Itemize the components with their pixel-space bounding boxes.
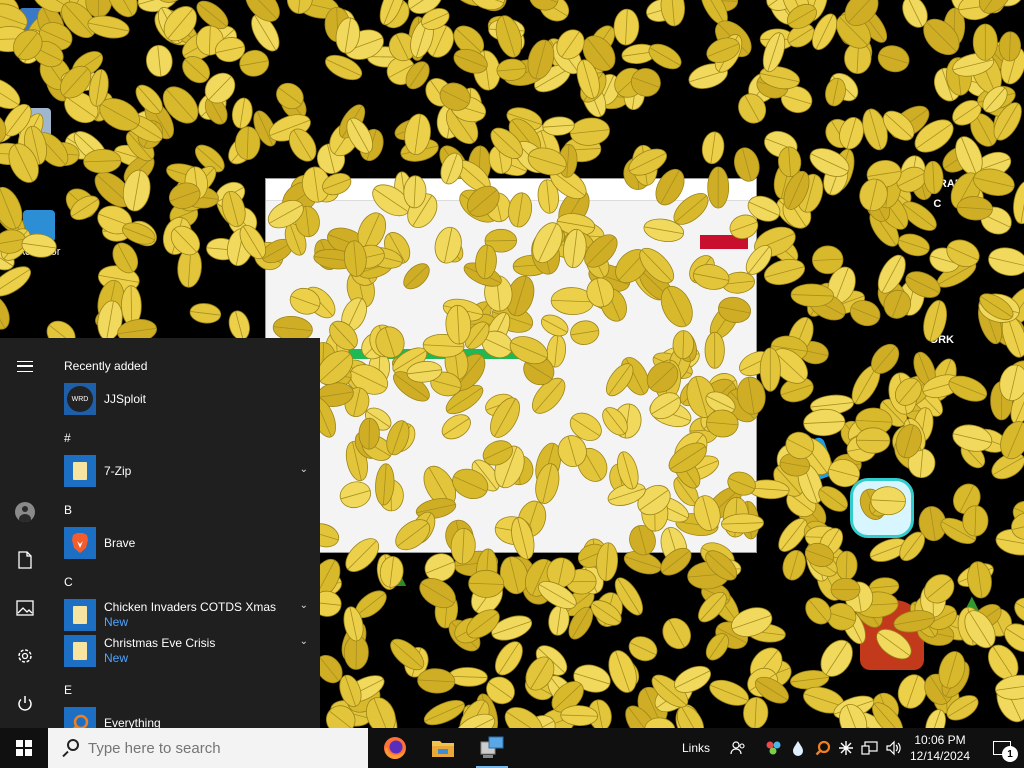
taskbar-app-firefox[interactable] bbox=[371, 728, 419, 768]
christmas-tree-icon: ▲ bbox=[958, 588, 986, 619]
widget-sub: C bbox=[933, 198, 942, 210]
new-badge: New bbox=[104, 615, 129, 629]
desktop-icon-this-pc[interactable]: This PC bbox=[0, 8, 70, 56]
system-clock[interactable]: 10:06 PM 12/14/2024 bbox=[906, 732, 974, 764]
windows-logo-icon bbox=[16, 740, 32, 756]
app-item-everything[interactable]: Everything bbox=[64, 706, 314, 728]
search-box[interactable] bbox=[48, 728, 368, 768]
taskbar-app-network-tool[interactable] bbox=[468, 728, 516, 768]
droplet-icon[interactable] bbox=[788, 728, 808, 768]
sparkle-icon[interactable] bbox=[836, 728, 856, 768]
notification-icon: 1 bbox=[993, 741, 1018, 762]
magnifier-icon bbox=[72, 714, 89, 728]
chevron-down-icon[interactable]: ⌄ bbox=[300, 636, 308, 647]
activator-icon bbox=[23, 210, 55, 242]
chevron-down-icon[interactable]: ⌄ bbox=[300, 464, 308, 475]
desktop-icon-label: This PC bbox=[15, 44, 55, 56]
taskbar: Links 10:06 PM 12/14/2024 1 bbox=[0, 728, 1024, 768]
app-text-block: Chicken Invaders COTDS Xmas New bbox=[104, 600, 276, 630]
app-label: Christmas Eve Crisis bbox=[104, 636, 216, 650]
widget-title: D-RAM bbox=[927, 178, 964, 190]
hamburger-icon bbox=[17, 360, 33, 372]
expand-menu-button[interactable] bbox=[0, 346, 50, 386]
desktop-icon-label: Activator bbox=[17, 246, 61, 258]
app-item-chicken-invaders[interactable]: Chicken Invaders COTDS Xmas New ⌄ bbox=[64, 598, 314, 632]
app-label: Brave bbox=[104, 535, 136, 550]
system-widget: D-RAM C bbox=[927, 178, 964, 210]
document-icon bbox=[18, 551, 32, 569]
desktop-icon-recycle-bin[interactable]: Recycle Bin bbox=[0, 108, 70, 156]
action-center-button[interactable]: 1 bbox=[980, 728, 1024, 768]
window-green-bar bbox=[326, 349, 536, 359]
app-list[interactable]: Recently added WRD JJSploit # 7-Zip ⌄ B … bbox=[50, 338, 320, 728]
app-label: 7-Zip bbox=[104, 463, 132, 478]
everything-icon bbox=[64, 707, 96, 728]
colorful-app-icon[interactable] bbox=[764, 728, 784, 768]
recently-added-heading: Recently added bbox=[64, 359, 148, 373]
blue-decoration bbox=[794, 436, 836, 484]
app-label: Everything bbox=[104, 715, 161, 729]
folder-icon bbox=[64, 455, 96, 487]
search-input[interactable] bbox=[88, 739, 348, 757]
start-menu[interactable]: Recently added WRD JJSploit # 7-Zip ⌄ B … bbox=[0, 338, 320, 728]
documents-button[interactable] bbox=[0, 540, 50, 580]
cyan-decoration bbox=[850, 478, 914, 538]
volume-icon[interactable] bbox=[884, 728, 904, 768]
notification-badge: 1 bbox=[1002, 746, 1018, 762]
user-account-button[interactable] bbox=[0, 492, 50, 532]
folder-icon bbox=[64, 635, 96, 667]
start-button[interactable] bbox=[0, 728, 48, 768]
widget-fragment: ORK bbox=[929, 334, 954, 346]
jjsploit-icon: WRD bbox=[64, 383, 96, 415]
app-item-christmas-eve-crisis[interactable]: Christmas Eve Crisis New ⌄ bbox=[64, 634, 314, 668]
app-label: Chicken Invaders COTDS Xmas bbox=[104, 600, 277, 614]
file-explorer-icon bbox=[432, 741, 454, 757]
group-header-e[interactable]: E bbox=[64, 683, 72, 697]
power-button[interactable] bbox=[0, 684, 50, 724]
clock-time: 10:06 PM bbox=[914, 733, 966, 747]
folder-icon bbox=[64, 599, 96, 631]
this-pc-icon bbox=[19, 8, 51, 40]
network-app-icon bbox=[480, 736, 504, 758]
search-app-icon[interactable] bbox=[813, 728, 833, 768]
group-header-c[interactable]: C bbox=[64, 575, 73, 589]
chevron-down-icon[interactable]: ⌄ bbox=[300, 600, 308, 611]
window-title-bar bbox=[266, 179, 756, 201]
pictures-button[interactable] bbox=[0, 588, 50, 628]
clock-date: 12/14/2024 bbox=[909, 749, 971, 763]
user-avatar-icon bbox=[15, 502, 35, 522]
taskbar-app-file-explorer[interactable] bbox=[419, 728, 467, 768]
picture-icon bbox=[16, 600, 34, 616]
people-icon[interactable] bbox=[728, 728, 748, 768]
christmas-tree-cursor-icon: ▲ bbox=[392, 570, 410, 590]
background-window[interactable] bbox=[265, 178, 757, 553]
recycle-bin-icon bbox=[19, 108, 51, 140]
brave-icon bbox=[64, 527, 96, 559]
group-header-b[interactable]: B bbox=[64, 503, 72, 517]
new-badge: New bbox=[104, 651, 129, 665]
power-icon bbox=[18, 696, 32, 711]
jjsploit-logo: WRD bbox=[67, 386, 93, 412]
start-rail bbox=[0, 338, 50, 728]
app-item-brave[interactable]: Brave bbox=[64, 526, 314, 560]
app-text-block: Christmas Eve Crisis New bbox=[104, 636, 215, 666]
group-header-hash[interactable]: # bbox=[64, 431, 71, 445]
firefox-icon bbox=[384, 737, 406, 759]
app-item-jjsploit[interactable]: WRD JJSploit bbox=[64, 382, 314, 416]
search-icon bbox=[60, 738, 80, 758]
settings-button[interactable] bbox=[0, 636, 50, 676]
app-item-7zip[interactable]: 7-Zip ⌄ bbox=[64, 454, 314, 488]
desktop-icon-label: Recycle Bin bbox=[5, 144, 65, 156]
app-label: JJSploit bbox=[104, 391, 147, 406]
gear-icon bbox=[18, 649, 32, 663]
network-icon[interactable] bbox=[860, 728, 880, 768]
links-toolbar[interactable]: Links bbox=[682, 728, 710, 768]
desktop-icon-activator[interactable]: Activator bbox=[4, 210, 74, 258]
window-red-button bbox=[700, 235, 748, 249]
santa-decoration bbox=[860, 600, 924, 670]
brave-lion-icon bbox=[72, 533, 88, 553]
